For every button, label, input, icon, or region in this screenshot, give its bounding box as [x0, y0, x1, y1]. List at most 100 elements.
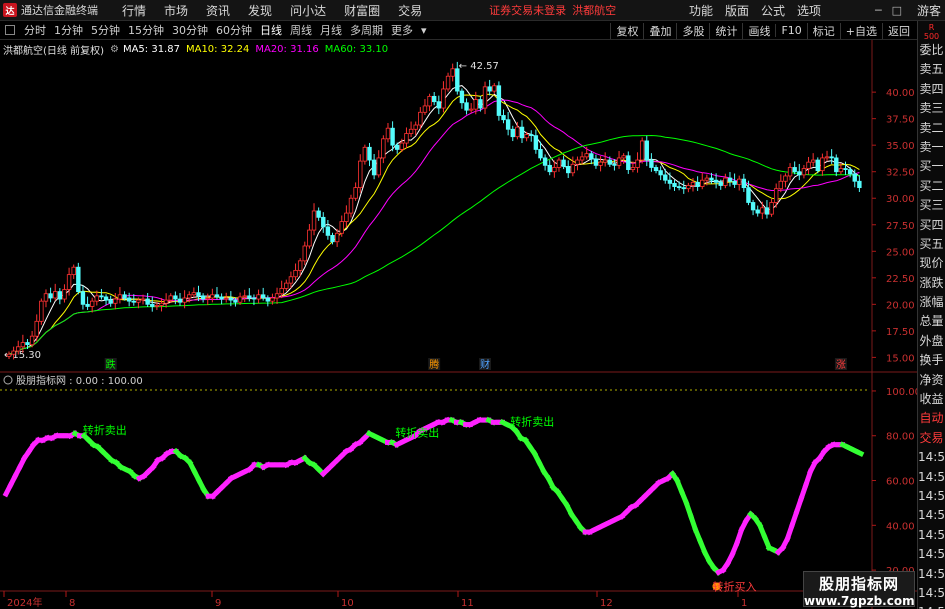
- sidebar-item-16[interactable]: 换手: [918, 351, 945, 370]
- period-60min[interactable]: 60分钟: [212, 22, 256, 38]
- period-5min[interactable]: 5分钟: [87, 22, 124, 38]
- menu-faxian[interactable]: 发现: [239, 2, 281, 19]
- sidebar-item-6[interactable]: 买一: [918, 157, 945, 176]
- sidebar-item-23[interactable]: 14:56: [918, 487, 945, 506]
- stock-title[interactable]: 洪都航空(日线 前复权): [3, 42, 104, 57]
- indicator-tick-label: 80.00: [886, 432, 915, 443]
- period-fenshi[interactable]: 分时: [20, 22, 50, 38]
- candle-body: [53, 291, 58, 299]
- period-30min[interactable]: 30分钟: [168, 22, 212, 38]
- sidebar-item-8[interactable]: 买三: [918, 196, 945, 215]
- tool-tongji[interactable]: 统计: [709, 22, 742, 39]
- sidebar-item-7[interactable]: 买二: [918, 177, 945, 196]
- period-daily[interactable]: 日线: [256, 22, 286, 38]
- candle-body: [468, 108, 474, 111]
- login-notice[interactable]: 证券交易未登录: [489, 2, 566, 18]
- tool-fuquan[interactable]: 复权: [610, 22, 643, 39]
- indicator-tick-label: 40.00: [886, 521, 915, 532]
- menu-jiaoyi[interactable]: 交易: [389, 2, 431, 19]
- menu-caifuquan[interactable]: 财富圈: [335, 2, 389, 19]
- signal-label-0: 转折卖出: [83, 423, 127, 437]
- sidebar-item-21[interactable]: 14:56: [918, 448, 945, 467]
- candle-body: [695, 181, 700, 187]
- candle-body: [408, 128, 414, 134]
- candle-body: [431, 95, 437, 103]
- guest-label[interactable]: 游客: [917, 2, 941, 19]
- chevron-down-icon[interactable]: ▾: [417, 24, 431, 37]
- sidebar-item-29[interactable]: 14:56: [918, 603, 945, 609]
- menu-gongshi[interactable]: 公式: [755, 2, 791, 19]
- sidebar-item-19[interactable]: 自动: [918, 409, 945, 428]
- sidebar-item-27[interactable]: 14:56: [918, 565, 945, 584]
- candle-body: [552, 167, 557, 173]
- period-1min[interactable]: 1分钟: [50, 22, 87, 38]
- candle-body: [764, 207, 770, 215]
- kline-chart[interactable]: 15.00 17.50 20.00 22.50 25.00 27.50 30.00 32.50…: [0, 40, 917, 609]
- menu-zixun[interactable]: 资讯: [197, 2, 239, 19]
- xaxis-label-6: 1: [741, 598, 747, 609]
- price-tick-label: 15.00: [886, 353, 915, 364]
- tool-biaoji[interactable]: 标记: [806, 22, 840, 39]
- sidebar-item-15[interactable]: 外盘: [918, 332, 945, 351]
- menu-wenxiaoda[interactable]: 问小达: [281, 2, 335, 19]
- sidebar-item-11[interactable]: 现价: [918, 254, 945, 273]
- menu-gongneng[interactable]: 功能: [683, 2, 719, 19]
- sidebar-item-17[interactable]: 净资: [918, 371, 945, 390]
- period-monthly[interactable]: 月线: [316, 22, 346, 38]
- period-weekly[interactable]: 周线: [286, 22, 316, 38]
- sidebar-item-14[interactable]: 总量: [918, 312, 945, 331]
- event-mark-0: 跌: [106, 358, 116, 371]
- sidebar-item-22[interactable]: 14:56: [918, 468, 945, 487]
- ma-line-ma60: [8, 134, 860, 355]
- period-checkbox[interactable]: [5, 25, 15, 35]
- sidebar-item-24[interactable]: 14:56: [918, 506, 945, 525]
- candle-body: [80, 291, 86, 305]
- sidebar-item-10[interactable]: 买五: [918, 235, 945, 254]
- candle-body: [11, 350, 16, 355]
- indicator-title: 股朋指标网 : 0.00 : 100.00: [16, 374, 143, 387]
- candle-body: [533, 135, 539, 150]
- tool-zixuan[interactable]: +自选: [839, 22, 882, 39]
- sidebar-item-1[interactable]: 卖五: [918, 60, 945, 79]
- sidebar-item-2[interactable]: 卖四: [918, 80, 945, 99]
- candle-body: [820, 157, 825, 172]
- period-more[interactable]: 更多: [387, 22, 417, 38]
- sidebar-item-9[interactable]: 买四: [918, 216, 945, 235]
- period-multi[interactable]: 多周期: [346, 22, 387, 38]
- candle-body: [436, 101, 442, 109]
- sidebar-item-3[interactable]: 卖三: [918, 99, 945, 118]
- menu-xuanxiang[interactable]: 选项: [791, 2, 827, 19]
- candle-body: [113, 298, 118, 304]
- sidebar-item-12[interactable]: 涨跌: [918, 274, 945, 293]
- ma-line-ma10: [8, 93, 860, 355]
- candle-body: [570, 163, 576, 174]
- period-15min[interactable]: 15分钟: [124, 22, 168, 38]
- sidebar-item-28[interactable]: 14:56: [918, 584, 945, 603]
- tool-f10[interactable]: F10: [775, 24, 806, 37]
- sidebar-item-5[interactable]: 卖一: [918, 138, 945, 157]
- tool-fanhui[interactable]: 返回: [882, 22, 915, 39]
- ma-line-ma20: [8, 99, 860, 355]
- sidebar-item-18[interactable]: 收益: [918, 390, 945, 409]
- menu-banmian[interactable]: 版面: [719, 2, 755, 19]
- menu-hangqing[interactable]: 行情: [113, 2, 155, 19]
- sidebar-item-25[interactable]: 14:56: [918, 526, 945, 545]
- tool-duogu[interactable]: 多股: [676, 22, 709, 39]
- settings-gear-icon[interactable]: ⚙: [110, 44, 119, 55]
- candle-body: [741, 178, 747, 189]
- candle-body: [501, 115, 506, 121]
- sidebar-item-26[interactable]: 14:56: [918, 545, 945, 564]
- maximize-icon[interactable]: □: [887, 4, 907, 17]
- sidebar-item-0[interactable]: 委比: [918, 41, 945, 60]
- candle-body: [71, 266, 76, 276]
- sidebar-item-13[interactable]: 涨幅: [918, 293, 945, 312]
- candle-body: [602, 159, 608, 163]
- menu-shichang[interactable]: 市场: [155, 2, 197, 19]
- sidebar-item-20[interactable]: 交易: [918, 429, 945, 448]
- price-tick-label: 17.50: [886, 327, 915, 338]
- tool-diejia[interactable]: 叠加: [643, 22, 676, 39]
- minimize-icon[interactable]: ─: [870, 4, 887, 17]
- sidebar-item-4[interactable]: 卖二: [918, 119, 945, 138]
- tool-huaxian[interactable]: 画线: [742, 22, 775, 39]
- signal-label-1: 转折卖出: [395, 425, 439, 439]
